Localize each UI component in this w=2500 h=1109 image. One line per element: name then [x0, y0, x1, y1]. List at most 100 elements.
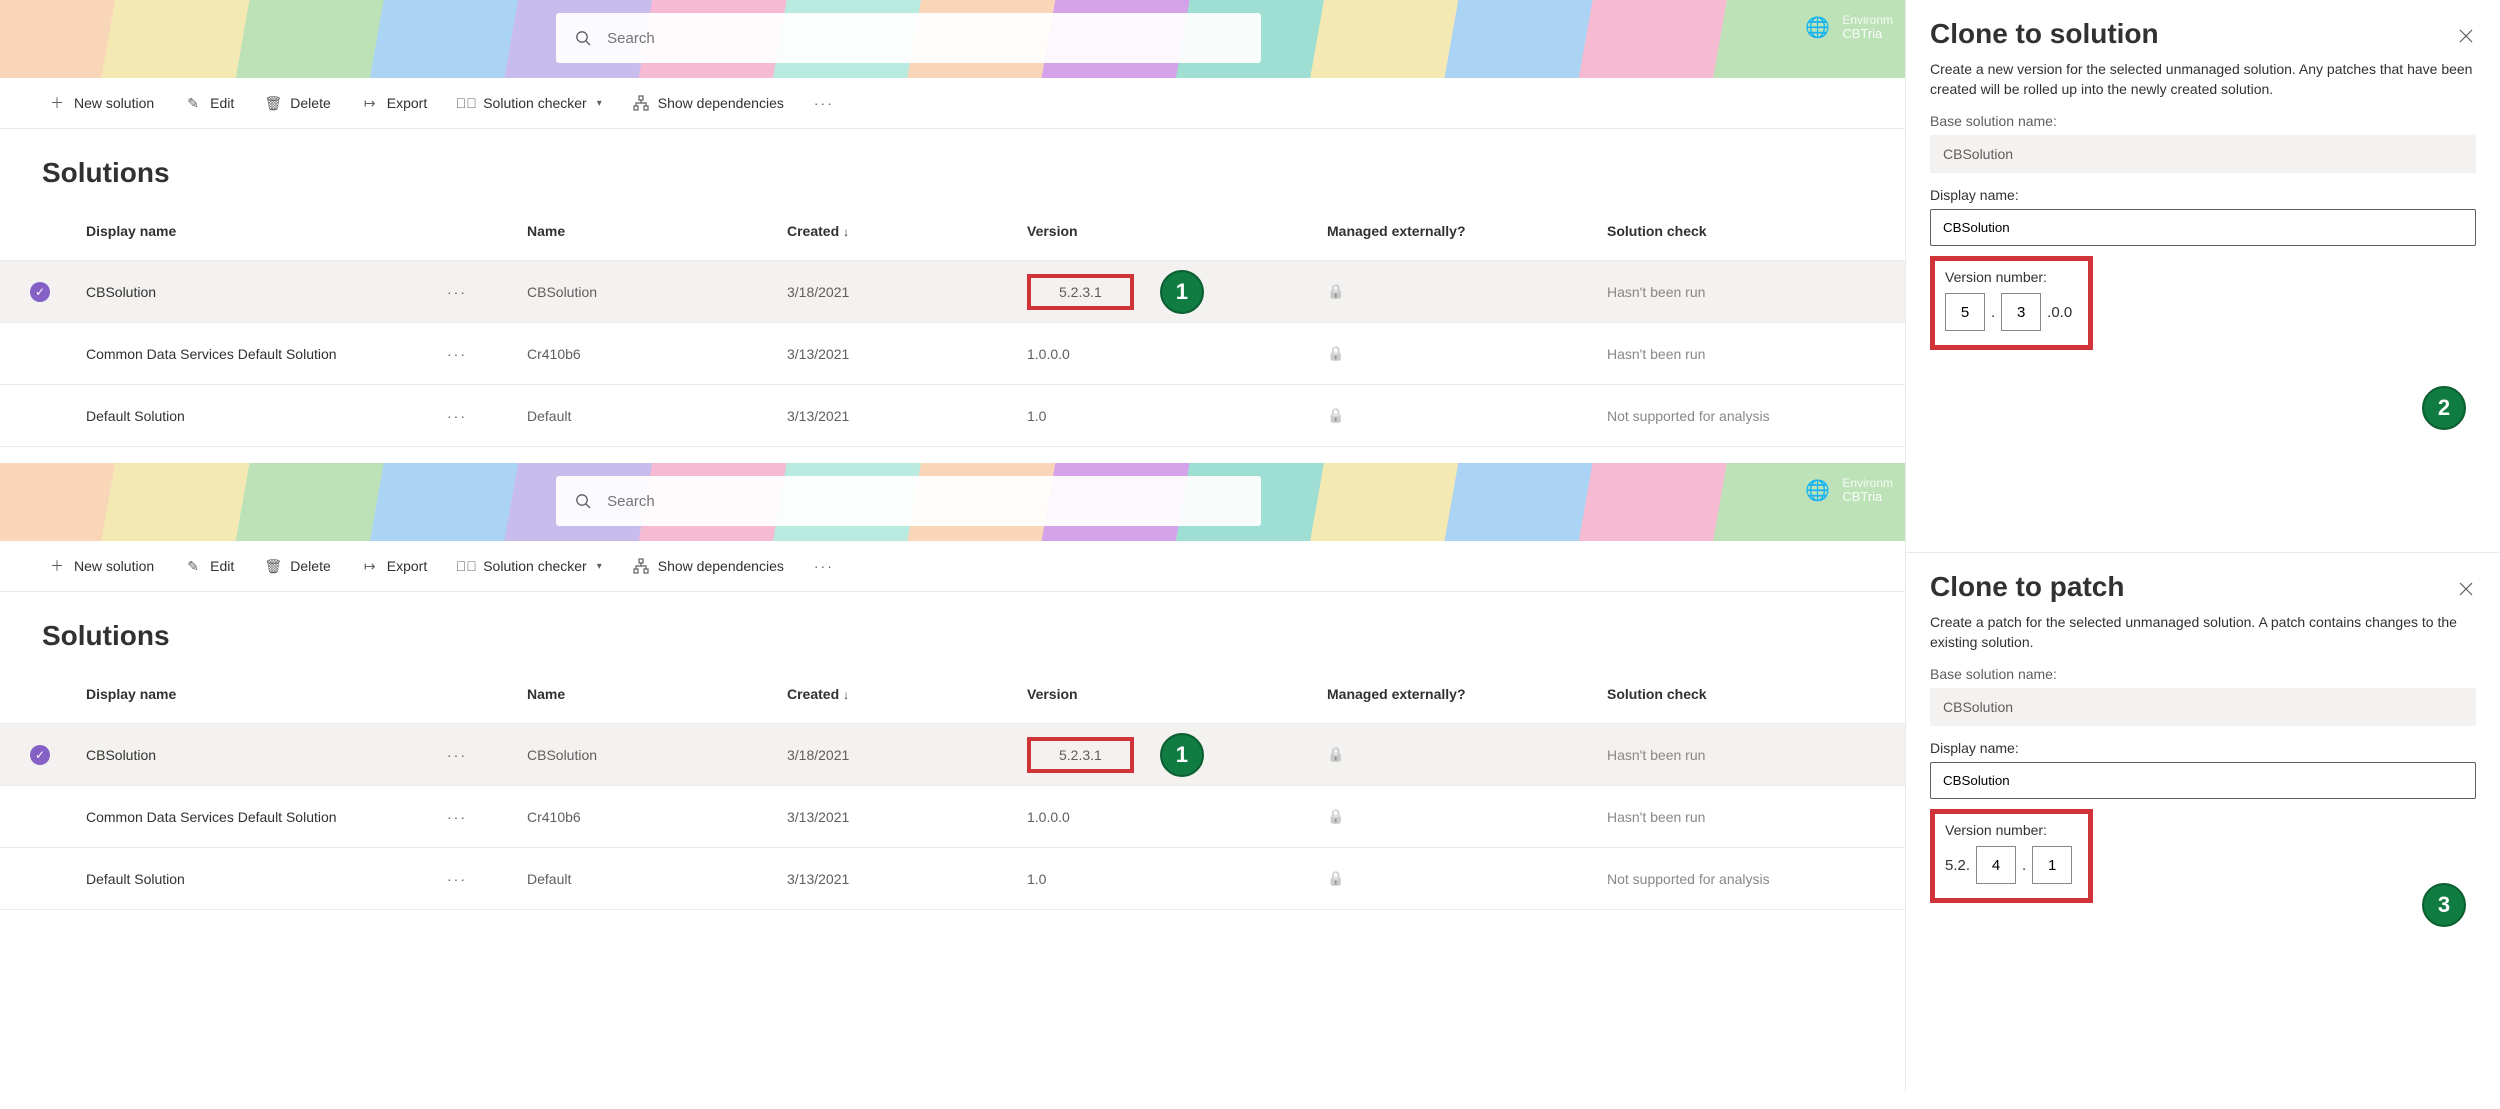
col-check[interactable]: Solution check — [1601, 203, 1881, 257]
export-button[interactable]: ↦Export — [349, 551, 439, 581]
new-solution-button[interactable]: ＋ New solution — [36, 88, 166, 118]
show-dependencies-button[interactable]: Show dependencies — [620, 551, 796, 581]
environment-badge[interactable]: 🌐 Environm CBTria — [1805, 14, 1893, 41]
search-input[interactable] — [605, 29, 1243, 48]
env-name: CBTria — [1842, 490, 1893, 504]
created-cell: 3/18/2021 — [781, 276, 1021, 308]
col-version[interactable]: Version — [1021, 666, 1321, 720]
row-more-button[interactable]: ··· — [441, 801, 521, 833]
version-cell: 1.0 — [1021, 400, 1321, 432]
created-cell: 3/13/2021 — [781, 338, 1021, 370]
version-label: Version number: — [1945, 269, 2072, 285]
edit-button[interactable]: ✎Edit — [172, 551, 246, 581]
delete-button[interactable]: 🗑 Delete — [252, 88, 342, 118]
col-created[interactable]: Created↓ — [781, 666, 1021, 720]
managed-cell: 🔒 — [1321, 337, 1601, 370]
overflow-button[interactable]: ··· — [802, 89, 846, 117]
globe-icon: 🌐 — [1805, 478, 1830, 503]
table-row[interactable]: ✓CBSolution···CBSolution3/18/20215.2.3.1… — [0, 261, 1905, 323]
table-row[interactable]: ✓CBSolution···CBSolution3/18/20215.2.3.1… — [0, 724, 1905, 786]
solution-check-cell: Hasn't been run — [1601, 739, 1881, 771]
sort-desc-icon: ↓ — [839, 225, 849, 239]
display-name-input[interactable] — [1930, 209, 2476, 246]
col-created[interactable]: Created↓ — [781, 203, 1021, 257]
table-row[interactable]: Default Solution···Default3/13/20211.0🔒N… — [0, 848, 1905, 910]
row-more-button[interactable]: ··· — [441, 338, 521, 370]
solutions-table: Display name Name Created↓ Version Manag… — [0, 199, 1905, 447]
row-more-button[interactable]: ··· — [441, 276, 521, 308]
row-more-button[interactable]: ··· — [441, 863, 521, 895]
plus-icon: ＋ — [48, 557, 66, 575]
export-button[interactable]: ↦ Export — [349, 88, 439, 118]
version-cell: 5.2.3.11 — [1021, 725, 1321, 785]
display-name-input[interactable] — [1930, 762, 2476, 799]
created-cell: 3/13/2021 — [781, 400, 1021, 432]
table-row[interactable]: Common Data Services Default Solution···… — [0, 323, 1905, 385]
search-box[interactable] — [556, 13, 1261, 63]
col-display-name[interactable]: Display name — [80, 666, 441, 720]
lock-icon: 🔒 — [1327, 407, 1344, 423]
row-more-button[interactable]: ··· — [441, 400, 521, 432]
col-check[interactable]: Solution check — [1601, 666, 1881, 720]
created-cell: 3/18/2021 — [781, 739, 1021, 771]
edit-button[interactable]: ✎ Edit — [172, 88, 246, 118]
chevron-down-icon: ▾ — [597, 98, 602, 109]
name-cell: Default — [521, 863, 781, 895]
display-name-cell: Common Data Services Default Solution — [80, 801, 441, 833]
solution-checker-button[interactable]: ✓⃝ Solution checker ▾ — [445, 88, 614, 118]
table-row[interactable]: Common Data Services Default Solution···… — [0, 786, 1905, 848]
environment-badge[interactable]: 🌐 Environm CBTria — [1805, 477, 1893, 504]
show-dependencies-button[interactable]: Show dependencies — [620, 88, 796, 118]
env-label: Environm — [1842, 477, 1893, 490]
version-cell: 1.0.0.0 — [1021, 338, 1321, 370]
annotation-badge: 2 — [2422, 386, 2466, 430]
chevron-down-icon: ▾ — [597, 561, 602, 572]
display-name-cell: Default Solution — [80, 863, 441, 895]
col-display-name[interactable]: Display name — [80, 203, 441, 257]
clone-to-solution-panel: Clone to solution Create a new version f… — [1905, 0, 2500, 552]
version-build-input[interactable] — [1976, 846, 2016, 884]
close-button[interactable] — [2452, 575, 2480, 603]
globe-icon: 🌐 — [1805, 15, 1830, 40]
new-solution-button[interactable]: ＋New solution — [36, 551, 166, 581]
created-cell: 3/13/2021 — [781, 801, 1021, 833]
name-cell: CBSolution — [521, 739, 781, 771]
name-cell: CBSolution — [521, 276, 781, 308]
col-version[interactable]: Version — [1021, 203, 1321, 257]
delete-button[interactable]: 🗑Delete — [252, 551, 342, 581]
clone-to-patch-panel: Clone to patch Create a patch for the se… — [1905, 552, 2500, 1092]
solution-checker-button[interactable]: ✓⃝Solution checker▾ — [445, 551, 614, 581]
dependencies-icon — [632, 557, 650, 575]
search-input[interactable] — [605, 492, 1243, 511]
managed-cell: 🔒 — [1321, 862, 1601, 895]
export-icon: ↦ — [361, 557, 379, 575]
managed-cell: 🔒 — [1321, 275, 1601, 308]
col-managed[interactable]: Managed externally? — [1321, 203, 1601, 257]
table-row[interactable]: Default Solution···Default3/13/20211.0🔒N… — [0, 385, 1905, 447]
annotation-badge: 1 — [1160, 733, 1204, 777]
name-cell: Cr410b6 — [521, 801, 781, 833]
panel-description: Create a new version for the selected un… — [1930, 60, 2476, 99]
solutions-table: Display name Name Created↓ Version Manag… — [0, 662, 1905, 910]
lock-icon: 🔒 — [1327, 345, 1344, 361]
overflow-button[interactable]: ··· — [802, 552, 846, 580]
close-button[interactable] — [2452, 22, 2480, 50]
row-more-button[interactable]: ··· — [441, 739, 521, 771]
version-major-input[interactable] — [1945, 293, 1985, 331]
display-name-cell: CBSolution — [80, 276, 441, 308]
search-box[interactable] — [556, 476, 1261, 526]
page-title: Solutions — [0, 592, 1905, 662]
col-name[interactable]: Name — [521, 666, 781, 720]
display-name-label: Display name: — [1930, 740, 2476, 756]
pencil-icon: ✎ — [184, 557, 202, 575]
version-suffix: .0.0 — [2047, 304, 2072, 321]
col-managed[interactable]: Managed externally? — [1321, 666, 1601, 720]
version-minor-input[interactable] — [2001, 293, 2041, 331]
search-icon — [574, 29, 591, 47]
more-icon: ··· — [814, 558, 834, 574]
col-name[interactable]: Name — [521, 203, 781, 257]
search-icon — [574, 492, 591, 510]
env-label: Environm — [1842, 14, 1893, 27]
checker-icon: ✓⃝ — [457, 94, 475, 112]
version-rev-input[interactable] — [2032, 846, 2072, 884]
